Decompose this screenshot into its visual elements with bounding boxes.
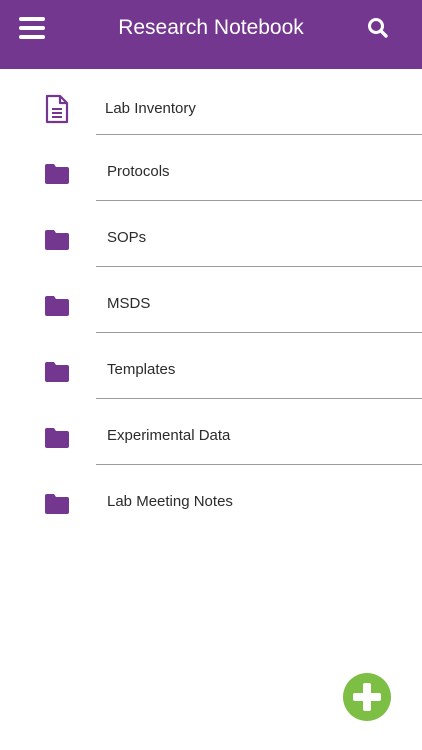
list-item-msds[interactable]: MSDS [0,267,422,333]
search-icon [368,18,388,38]
folder-icon [45,362,69,382]
notebook-list: Lab Inventory Protocols SOPs MSDS Templa… [0,69,422,531]
add-button[interactable] [343,673,391,721]
folder-icon [45,230,69,250]
list-item-lab-inventory[interactable]: Lab Inventory [0,69,422,135]
list-item-protocols[interactable]: Protocols [0,135,422,201]
menu-button[interactable] [16,14,48,42]
folder-icon [45,428,69,448]
list-item-label: Experimental Data [107,427,231,444]
list-item-templates[interactable]: Templates [0,333,422,399]
list-item-lab-meeting-notes[interactable]: Lab Meeting Notes [0,465,422,531]
folder-icon [45,296,69,316]
list-item-label: SOPs [107,229,147,246]
document-icon [45,94,69,124]
app-bar: Research Notebook [0,0,422,69]
hamburger-menu-icon [19,35,45,39]
list-item-label: Lab Meeting Notes [107,493,233,510]
hamburger-menu-icon [19,17,45,21]
list-item-label: Protocols [107,163,170,180]
plus-icon [353,683,381,711]
folder-icon [45,494,69,514]
list-item-label: Lab Inventory [105,100,196,117]
list-item-label: MSDS [107,295,151,312]
page-title: Research Notebook [118,16,304,39]
list-item-label: Templates [107,361,176,378]
list-item-sops[interactable]: SOPs [0,201,422,267]
hamburger-menu-icon [19,26,45,30]
list-item-experimental-data[interactable]: Experimental Data [0,399,422,465]
search-button[interactable] [364,14,392,42]
folder-icon [45,164,69,184]
